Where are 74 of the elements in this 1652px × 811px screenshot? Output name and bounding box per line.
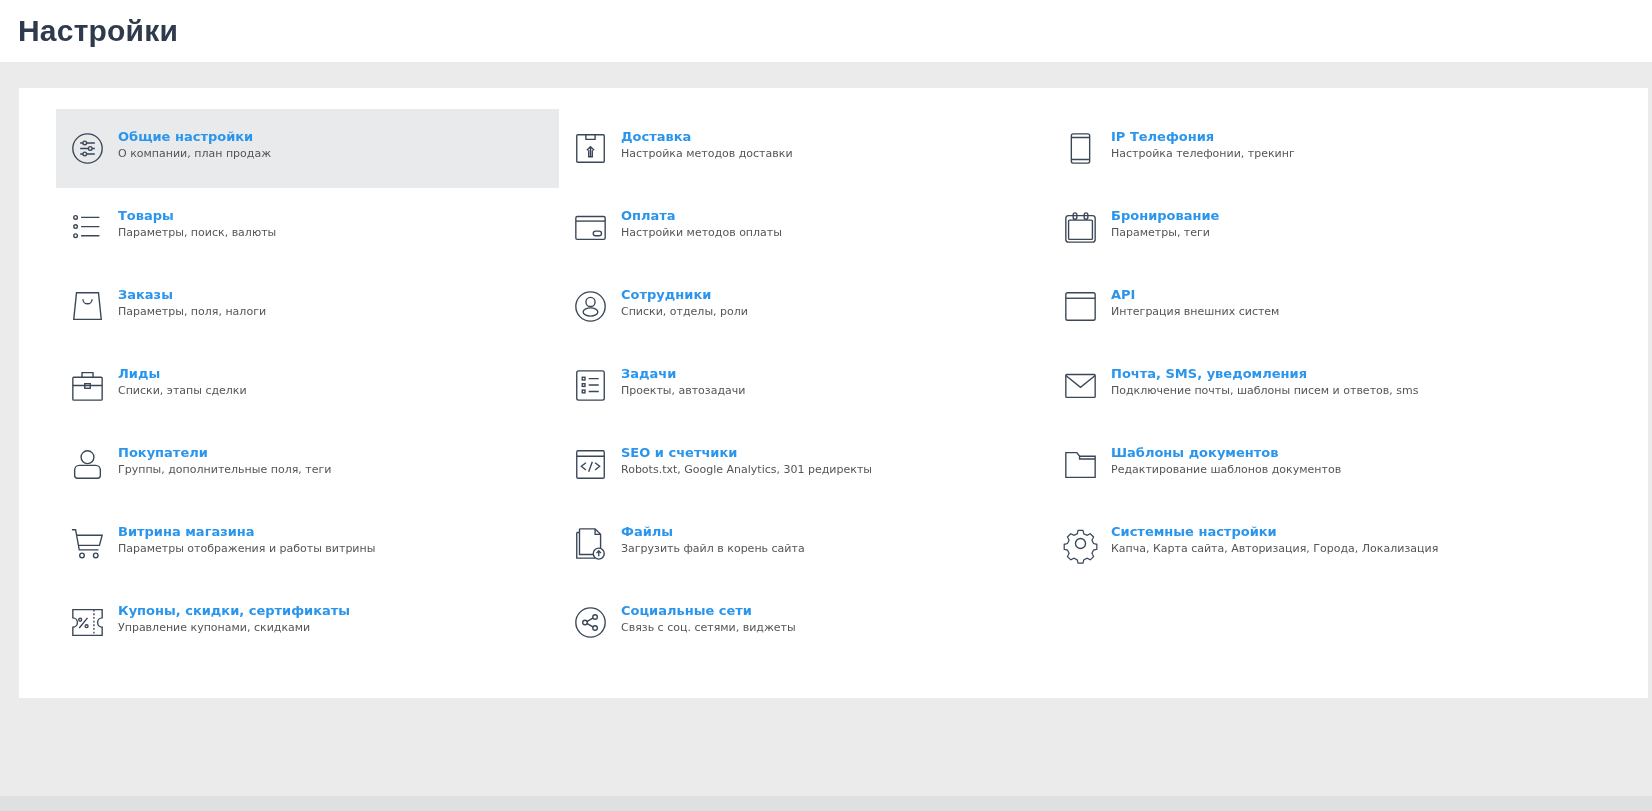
- item-title: Общие настройки: [118, 128, 255, 144]
- item-description: Группы, дополнительные поля, теги: [118, 462, 332, 476]
- item-title: Заказы: [118, 286, 174, 302]
- item-title: SEO и счетчики: [621, 444, 739, 460]
- sliders-icon: [71, 132, 104, 165]
- item-title: Почта, SMS, уведомления: [1111, 365, 1308, 381]
- user-icon: [71, 448, 104, 481]
- shopping-cart-icon: [71, 527, 104, 560]
- item-title: Задачи: [621, 365, 678, 381]
- browser-window-icon: [1064, 290, 1097, 323]
- item-description: Настройка телефонии, трекинг: [1111, 146, 1295, 160]
- item-title: Оплата: [621, 207, 677, 223]
- briefcase-icon: [71, 369, 104, 402]
- item-description: Настройка методов доставки: [621, 146, 793, 160]
- settings-item[interactable]: Файлы Загрузить файл в корень сайта: [559, 504, 1049, 583]
- item-description: Параметры, поля, налоги: [118, 304, 267, 318]
- settings-item[interactable]: Шаблоны документов Редактирование шаблонов документов: [1049, 425, 1611, 504]
- item-title: Бронирование: [1111, 207, 1220, 223]
- item-description: О компании, план продаж: [118, 146, 272, 160]
- item-title: Лиды: [118, 365, 162, 381]
- checklist-icon: [574, 369, 607, 402]
- settings-item[interactable]: IP Телефония Настройка телефонии, трекинг: [1049, 109, 1611, 188]
- settings-item[interactable]: Заказы Параметры, поля, налоги: [56, 267, 559, 346]
- item-description: Управление купонами, скидками: [118, 620, 312, 634]
- item-title: Шаблоны документов: [1111, 444, 1280, 460]
- settings-item[interactable]: Оплата Настройки методов оплаты: [559, 188, 1049, 267]
- item-title: Системные настройки: [1111, 523, 1278, 539]
- item-title: Социальные сети: [621, 602, 753, 618]
- item-description: Списки, отделы, роли: [621, 304, 748, 318]
- file-upload-icon: [574, 527, 607, 560]
- share-icon: [574, 606, 607, 639]
- user-circle-icon: [574, 290, 607, 323]
- item-description: Капча, Карта сайта, Авторизация, Города, Локализация: [1111, 541, 1439, 555]
- settings-item[interactable]: Общие настройки О компании, план продаж: [56, 109, 559, 188]
- item-description: Проекты, автозадачи: [621, 383, 746, 397]
- item-description: Списки, этапы сделки: [118, 383, 247, 397]
- item-description: Параметры отображения и работы витрины: [118, 541, 376, 555]
- item-description: Связь с соц. сетями, виджеты: [621, 620, 796, 634]
- settings-item[interactable]: Бронирование Параметры, теги: [1049, 188, 1611, 267]
- settings-item[interactable]: Товары Параметры, поиск, валюты: [56, 188, 559, 267]
- parcel-box-icon: [574, 132, 607, 165]
- settings-item[interactable]: Покупатели Группы, дополнительные поля, теги: [56, 425, 559, 504]
- code-window-icon: [574, 448, 607, 481]
- settings-item[interactable]: Доставка Настройка методов доставки: [559, 109, 1049, 188]
- item-description: Настройки методов оплаты: [621, 225, 782, 239]
- settings-item[interactable]: Социальные сети Связь с соц. сетями, виджеты: [559, 583, 1049, 662]
- settings-item[interactable]: SEO и счетчики Robots.txt, Google Analytics, 301 редиректы: [559, 425, 1049, 504]
- item-description: Параметры, поиск, валюты: [118, 225, 277, 239]
- calendar-icon: [1064, 211, 1097, 244]
- item-title: IP Телефония: [1111, 128, 1216, 144]
- item-description: Интеграция внешних систем: [1111, 304, 1280, 318]
- item-title: Витрина магазина: [118, 523, 256, 539]
- settings-item[interactable]: Задачи Проекты, автозадачи: [559, 346, 1049, 425]
- settings-item[interactable]: Купоны, скидки, сертификаты Управление купонами, скидками: [56, 583, 559, 662]
- item-title: Покупатели: [118, 444, 209, 460]
- item-title: API: [1111, 286, 1137, 302]
- item-description: Загрузить файл в корень сайта: [621, 541, 805, 555]
- settings-item[interactable]: Почта, SMS, уведомления Подключение почты, шаблоны писем и ответов, sms: [1049, 346, 1611, 425]
- item-description: Редактирование шаблонов документов: [1111, 462, 1342, 476]
- item-title: Купоны, скидки, сертификаты: [118, 602, 351, 618]
- settings-item[interactable]: Лиды Списки, этапы сделки: [56, 346, 559, 425]
- coupon-icon: [71, 606, 104, 639]
- item-title: Доставка: [621, 128, 693, 144]
- settings-item[interactable]: API Интеграция внешних систем: [1049, 267, 1611, 346]
- page-title: Настройки: [18, 14, 179, 48]
- shopping-bag-icon: [71, 290, 104, 323]
- item-description: Robots.txt, Google Analytics, 301 редиректы: [621, 462, 872, 476]
- item-title: Товары: [118, 207, 175, 223]
- item-description: Подключение почты, шаблоны писем и ответов, sms: [1111, 383, 1419, 397]
- item-description: Параметры, теги: [1111, 225, 1211, 239]
- item-title: Сотрудники: [621, 286, 713, 302]
- settings-item[interactable]: Витрина магазина Параметры отображения и работы витрины: [56, 504, 559, 583]
- item-title: Файлы: [621, 523, 675, 539]
- settings-item[interactable]: Сотрудники Списки, отделы, роли: [559, 267, 1049, 346]
